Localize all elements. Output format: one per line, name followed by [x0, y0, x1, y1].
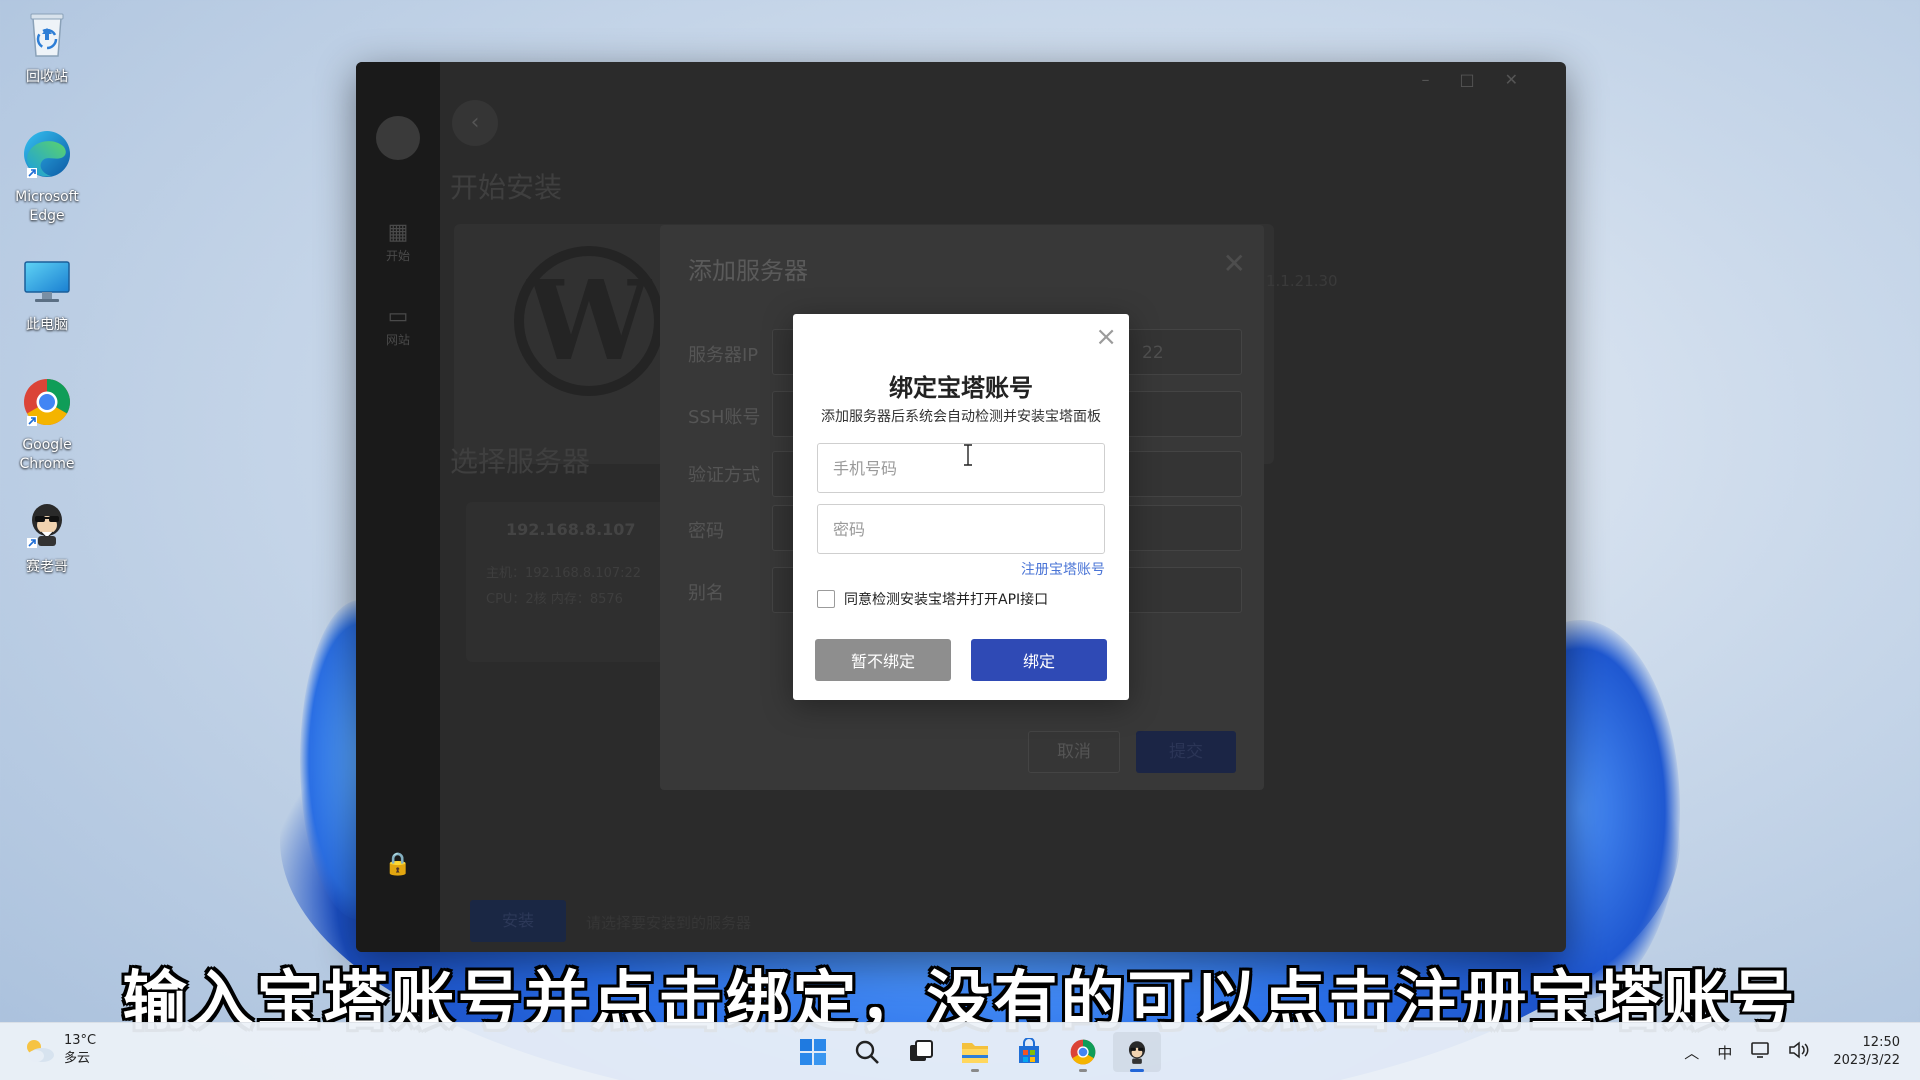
- dialog-subtitle: 添加服务器后系统会自动检测并安装宝塔面板: [821, 409, 1101, 425]
- windows-start-icon: [800, 1039, 826, 1065]
- sidebar-item-start[interactable]: ▦ 开始: [356, 220, 440, 264]
- search-button[interactable]: [843, 1032, 891, 1072]
- submit-button[interactable]: 提交: [1136, 731, 1236, 773]
- field-label: 验证方式: [688, 465, 760, 486]
- sidebar-item-label: 网站: [385, 333, 410, 347]
- sidebar-lock-icon[interactable]: 🔒: [356, 852, 440, 879]
- skip-bind-button[interactable]: 暂不绑定: [815, 639, 951, 681]
- server-specs: CPU：2核 内存：8576: [486, 592, 623, 607]
- bind-account-dialog: × 绑定宝塔账号 添加服务器后系统会自动检测并安装宝塔面板 注册宝塔账号 同意检…: [793, 314, 1129, 700]
- register-account-link[interactable]: 注册宝塔账号: [1021, 559, 1105, 579]
- desktop-icon-label: Google Chrome: [19, 437, 75, 472]
- desktop-icon-this-pc[interactable]: 此电脑: [8, 256, 86, 335]
- clock-date: 2023/3/22: [1833, 1053, 1900, 1068]
- network-icon[interactable]: [1750, 1041, 1770, 1063]
- back-button[interactable]: ‹: [452, 100, 498, 146]
- task-view-icon: [910, 1040, 933, 1061]
- window-controls[interactable]: –□✕: [1421, 70, 1548, 89]
- file-explorer-icon: [962, 1043, 988, 1063]
- agree-label: 同意检测安装宝塔并打开API接口: [844, 592, 1049, 608]
- field-label: 密码: [688, 521, 724, 542]
- app-logo-icon: [376, 116, 420, 160]
- recycle-bin-icon: [30, 13, 64, 57]
- cloudy-weather-icon: [27, 1040, 54, 1062]
- chrome-icon: [1070, 1039, 1096, 1065]
- password-input[interactable]: [817, 504, 1105, 554]
- file-explorer-button[interactable]: [951, 1032, 999, 1072]
- site-icon: ▭: [387, 304, 409, 329]
- weather-desc: 多云: [64, 1051, 91, 1066]
- chevron-left-icon: ‹: [470, 110, 480, 135]
- clock[interactable]: 12:50 2023/3/22: [1833, 1034, 1900, 1070]
- weather-widget[interactable]: 13°C 多云: [22, 1032, 96, 1068]
- store-button[interactable]: [1005, 1032, 1053, 1072]
- close-icon[interactable]: ×: [1095, 322, 1117, 352]
- server-host: 主机：192.168.8.107:22: [486, 566, 642, 581]
- desktop-icon-chrome[interactable]: Google Chrome: [8, 376, 86, 474]
- agree-row[interactable]: 同意检测安装宝塔并打开API接口: [817, 589, 1048, 609]
- dialog-title: 添加服务器: [688, 257, 808, 285]
- chrome-taskbar-button[interactable]: [1059, 1032, 1107, 1072]
- server-ip: 192.168.8.107: [506, 520, 636, 539]
- app-mascot-icon: [27, 504, 62, 548]
- sidebar-item-label: 开始: [385, 249, 410, 263]
- desktop-icon-recycle-bin[interactable]: 回收站: [8, 8, 86, 87]
- chrome-icon: [24, 379, 70, 426]
- desktop-icon-label: 赛老哥: [26, 559, 68, 575]
- page-title: 开始安装: [450, 171, 563, 204]
- chevron-up-icon[interactable]: ︿: [1684, 1042, 1699, 1063]
- desktop-icon-edge[interactable]: Microsoft Edge: [8, 128, 86, 226]
- app-sidebar: ▦ 开始 ▭ 网站 🔒: [356, 62, 440, 952]
- field-label: 别名: [688, 583, 724, 604]
- ime-indicator[interactable]: 中: [1717, 1042, 1732, 1063]
- volume-icon[interactable]: [1788, 1041, 1810, 1063]
- desktop-icon-label: Microsoft Edge: [15, 189, 79, 224]
- field-label: SSH账号: [688, 407, 761, 428]
- desktop-icon-mascot[interactable]: 赛老哥: [8, 498, 86, 577]
- app-mascot-icon: [1128, 1041, 1146, 1064]
- card-version: 1.1.21.30: [1266, 272, 1338, 290]
- clock-time: 12:50: [1862, 1035, 1900, 1050]
- desktop-icon-label: 此电脑: [26, 317, 68, 333]
- install-hint: 请选择要安装到的服务器: [586, 914, 752, 932]
- weather-temp: 13°C: [64, 1033, 97, 1048]
- section-title: 选择服务器: [450, 445, 591, 478]
- start-button[interactable]: [789, 1032, 837, 1072]
- edge-icon: [24, 131, 70, 178]
- close-icon[interactable]: ✕: [1223, 247, 1246, 280]
- bind-button[interactable]: 绑定: [971, 639, 1107, 681]
- grid-icon: ▦: [387, 220, 409, 245]
- sidebar-item-site[interactable]: ▭ 网站: [356, 304, 440, 348]
- dialog-title: 绑定宝塔账号: [889, 374, 1033, 402]
- taskbar: 13°C 多云 ︿ 中 12:50 2023/3/22: [0, 1022, 1920, 1080]
- ssh-port-value: 22: [1142, 343, 1164, 363]
- install-button[interactable]: 安装: [470, 900, 566, 942]
- wordpress-logo-icon: W: [514, 246, 664, 396]
- mascot-app-taskbar-button[interactable]: [1113, 1032, 1161, 1072]
- taskbar-apps: [786, 1032, 1164, 1072]
- system-tray: ︿ 中 12:50 2023/3/22: [1675, 1023, 1900, 1080]
- phone-input[interactable]: [817, 443, 1105, 493]
- field-label: 服务器IP: [688, 345, 759, 366]
- store-icon: [1019, 1038, 1039, 1063]
- cancel-button[interactable]: 取消: [1028, 731, 1120, 773]
- agree-checkbox[interactable]: [817, 590, 835, 608]
- desktop-icon-label: 回收站: [26, 69, 68, 85]
- this-pc-icon: [24, 261, 70, 302]
- task-view-button[interactable]: [897, 1032, 945, 1072]
- search-icon: [855, 1040, 879, 1064]
